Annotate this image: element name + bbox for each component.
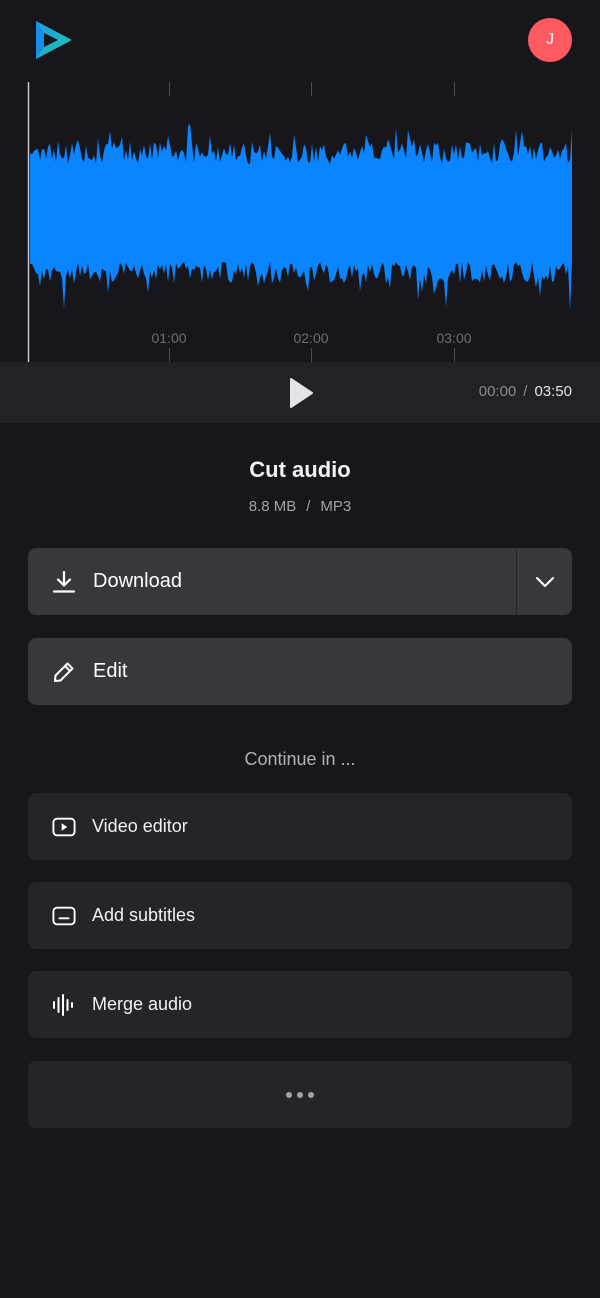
player-bar: 00:00 / 03:50 xyxy=(0,362,600,423)
more-dots-icon xyxy=(286,1091,314,1098)
avatar[interactable]: J xyxy=(528,18,572,62)
video-icon xyxy=(52,815,76,839)
current-time: 00:00 xyxy=(478,383,517,400)
merge-audio-button[interactable]: Merge audio xyxy=(28,971,572,1038)
waveform-icon xyxy=(52,993,76,1017)
file-meta: 8.8 MB / MP3 xyxy=(0,498,600,515)
waveform-panel[interactable]: 01:00 02:00 03:00 xyxy=(0,82,600,362)
video-editor-label: Video editor xyxy=(92,816,188,836)
pencil-icon xyxy=(52,660,76,684)
play-button[interactable] xyxy=(286,376,316,410)
total-time: 03:50 xyxy=(534,383,572,400)
timeline-label: 03:00 xyxy=(436,330,472,346)
play-logo-icon[interactable] xyxy=(32,18,74,62)
waveform-shape xyxy=(30,123,572,313)
more-options-button[interactable] xyxy=(28,1061,572,1128)
header: J xyxy=(0,0,600,82)
timeline-label: 01:00 xyxy=(151,330,187,346)
play-icon xyxy=(290,378,313,408)
file-format: MP3 xyxy=(320,498,352,515)
download-button[interactable]: Download xyxy=(28,548,516,615)
waveform[interactable] xyxy=(0,82,600,362)
merge-audio-label: Merge audio xyxy=(92,994,193,1014)
add-subtitles-button[interactable]: Add subtitles xyxy=(28,882,572,949)
timeline-label: 02:00 xyxy=(293,330,329,346)
video-editor-button[interactable]: Video editor xyxy=(28,793,572,860)
download-label: Download xyxy=(93,570,182,592)
download-options-button[interactable] xyxy=(516,548,572,615)
add-subtitles-label: Add subtitles xyxy=(92,905,196,925)
chevron-down-icon xyxy=(535,576,554,587)
subtitles-icon xyxy=(52,904,76,928)
time-display: 00:00 / 03:50 xyxy=(479,383,572,400)
continue-heading: Continue in ... xyxy=(244,749,356,769)
page: J 01:00 02:00 03:00 00:00/03:50 Cut audi… xyxy=(0,0,600,1298)
meta-separator: / xyxy=(306,498,311,515)
edit-label: Edit xyxy=(93,660,128,682)
download-icon xyxy=(52,570,76,594)
avatar-initial: J xyxy=(546,31,554,48)
edit-button[interactable]: Edit xyxy=(28,638,572,705)
file-size: 8.8 MB xyxy=(248,498,297,515)
time-separator: / xyxy=(523,383,528,400)
file-title: Cut audio xyxy=(249,457,351,482)
